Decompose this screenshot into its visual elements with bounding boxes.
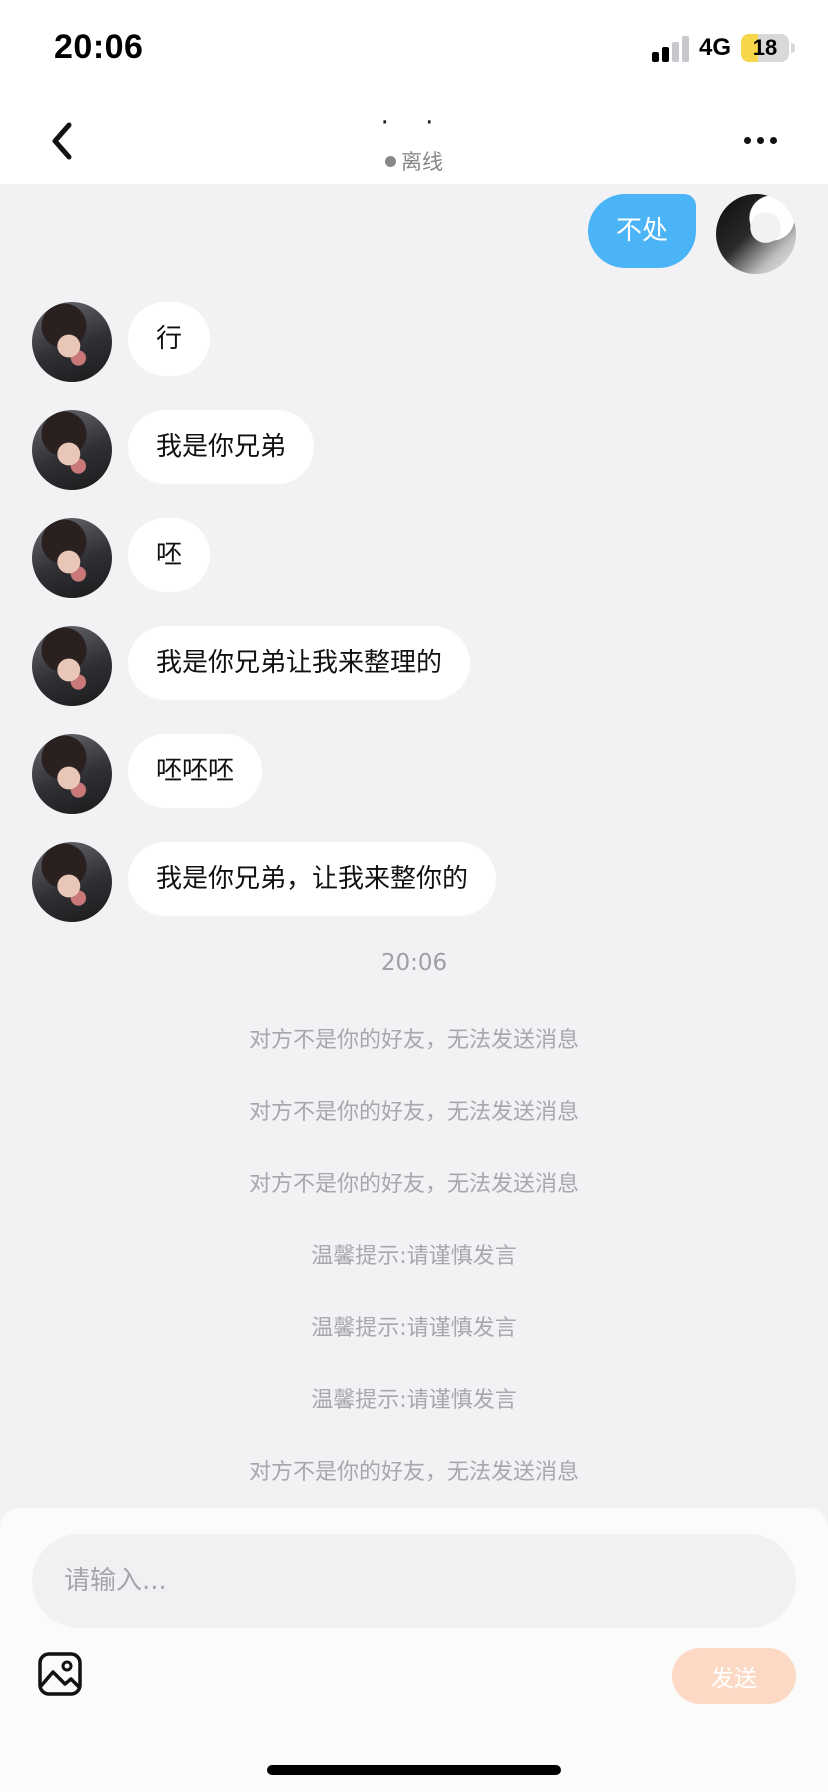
system-message: 对方不是你的好友，无法发送消息 bbox=[248, 1460, 579, 1485]
status-time: 20:06 bbox=[54, 28, 144, 66]
home-indicator bbox=[267, 1765, 561, 1775]
battery-icon: 18 bbox=[741, 34, 789, 62]
message-composer: 发送 bbox=[0, 1508, 828, 1792]
status-bar: 20:06 4G 18 bbox=[0, 0, 828, 100]
system-message: 温馨提示:请谨慎发言 bbox=[311, 1316, 517, 1341]
avatar-peer[interactable] bbox=[32, 302, 112, 382]
send-button[interactable]: 发送 bbox=[672, 1648, 796, 1704]
network-type: 4G bbox=[699, 34, 732, 61]
presence-label: 离线 bbox=[401, 150, 443, 174]
more-options-button[interactable] bbox=[736, 120, 784, 160]
chat-header: · · 离线 bbox=[0, 100, 828, 184]
battery-level: 18 bbox=[752, 35, 778, 60]
system-message: 对方不是你的好友，无法发送消息 bbox=[248, 1100, 579, 1125]
message-bubble-peer[interactable]: 我是你兄弟 bbox=[128, 410, 315, 484]
message-input[interactable] bbox=[32, 1534, 796, 1628]
system-message: 对方不是你的好友，无法发送消息 bbox=[248, 1172, 579, 1197]
system-message: 对方不是你的好友，无法发送消息 bbox=[248, 1028, 579, 1053]
more-dots-icon bbox=[743, 136, 751, 144]
message-bubble-peer[interactable]: 行 bbox=[128, 302, 211, 376]
presence-dot-icon bbox=[385, 156, 396, 167]
system-message: 温馨提示:请谨慎发言 bbox=[311, 1388, 517, 1413]
system-message: 温馨提示:请谨慎发言 bbox=[311, 1244, 517, 1269]
image-picker-button[interactable] bbox=[36, 1650, 84, 1698]
message-timestamp: 20:06 bbox=[380, 950, 448, 976]
avatar-peer[interactable] bbox=[32, 734, 112, 814]
image-icon bbox=[38, 1652, 82, 1696]
message-list[interactable]: 不处 行 我是你兄弟 呸 我是你兄弟让我来整理的 呸呸呸 我是你兄弟，让我来整你… bbox=[0, 184, 828, 1508]
message-bubble-peer[interactable]: 我是你兄弟，让我来整你的 bbox=[128, 842, 497, 916]
contact-name: · · bbox=[380, 108, 448, 138]
signal-strength-icon bbox=[652, 36, 692, 62]
avatar-self[interactable] bbox=[716, 194, 796, 274]
presence-status: 离线 bbox=[0, 148, 828, 176]
avatar-peer[interactable] bbox=[32, 518, 112, 598]
message-bubble-peer[interactable]: 呸 bbox=[128, 518, 211, 592]
avatar-peer[interactable] bbox=[32, 626, 112, 706]
avatar-peer[interactable] bbox=[32, 842, 112, 922]
battery-cap bbox=[791, 43, 795, 53]
message-bubble-self[interactable]: 不处 bbox=[588, 194, 697, 268]
avatar-peer[interactable] bbox=[32, 410, 112, 490]
message-bubble-peer[interactable]: 呸呸呸 bbox=[128, 734, 263, 808]
message-bubble-peer[interactable]: 我是你兄弟让我来整理的 bbox=[128, 626, 471, 700]
